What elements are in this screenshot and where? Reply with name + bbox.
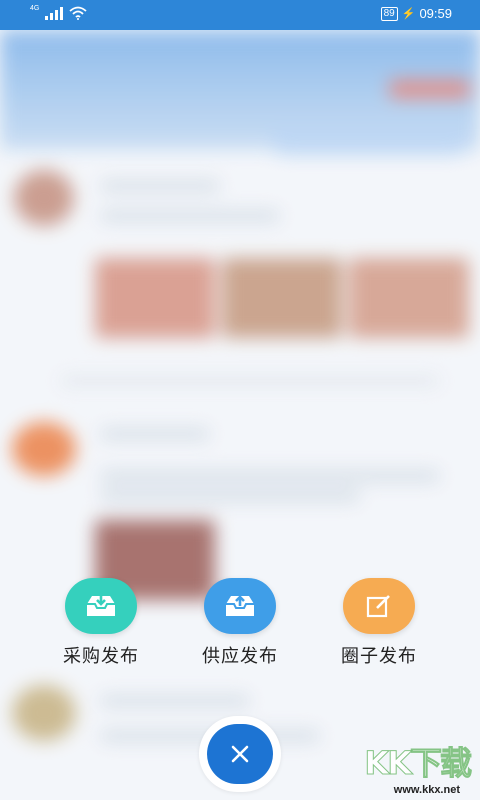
supply-publish-label[interactable]: 供应发布 xyxy=(180,642,300,668)
status-bar: 4G 89 ⚡ 09:59 xyxy=(0,0,480,30)
blurred-header-accent xyxy=(390,80,470,98)
circle-publish-button[interactable]: 圈子发布 xyxy=(319,578,439,668)
charging-icon: ⚡ xyxy=(401,8,416,20)
blurred-avatar xyxy=(12,685,76,741)
clock: 09:59 xyxy=(419,6,452,21)
supply-publish-circle[interactable] xyxy=(204,578,276,634)
purchase-publish-circle[interactable] xyxy=(65,578,137,634)
watermark: KK下载 www.kkx.net xyxy=(356,738,474,798)
blurred-photo xyxy=(222,258,342,338)
blurred-feed-background xyxy=(0,30,480,800)
battery-indicator: 89 xyxy=(380,6,398,21)
circle-publish-circle[interactable] xyxy=(343,578,415,634)
purchase-publish-button[interactable]: 采购发布 xyxy=(41,578,161,668)
circle-publish-label[interactable]: 圈子发布 xyxy=(319,642,439,668)
blurred-photo xyxy=(349,258,469,338)
blurred-text-line xyxy=(100,470,440,482)
edit-icon xyxy=(366,595,390,618)
blurred-text-line xyxy=(100,490,360,502)
blurred-header-button xyxy=(270,125,470,155)
close-button-ring[interactable] xyxy=(199,716,281,792)
network-type: 4G xyxy=(30,5,40,12)
blurred-text-line xyxy=(100,428,210,440)
status-left: 4G xyxy=(30,5,87,20)
wifi-icon xyxy=(69,6,87,20)
blurred-text-line xyxy=(60,375,440,387)
signal-icon xyxy=(45,7,64,20)
close-icon xyxy=(231,745,249,763)
purchase-publish-label[interactable]: 采购发布 xyxy=(41,642,161,668)
blurred-avatar xyxy=(14,170,74,226)
blurred-text-line xyxy=(100,180,220,192)
tray-download-icon xyxy=(87,593,115,616)
watermark-brand: KK下载 xyxy=(364,744,473,783)
blurred-text-line xyxy=(100,695,250,707)
blurred-photo xyxy=(95,258,215,338)
status-right: 89 ⚡ 09:59 xyxy=(380,6,452,21)
blurred-avatar xyxy=(12,422,76,476)
close-button[interactable] xyxy=(207,724,273,784)
blurred-text-line xyxy=(100,210,280,222)
tray-upload-icon xyxy=(226,595,254,616)
watermark-url: www.kkx.net xyxy=(393,784,460,796)
supply-publish-button[interactable]: 供应发布 xyxy=(180,578,300,668)
